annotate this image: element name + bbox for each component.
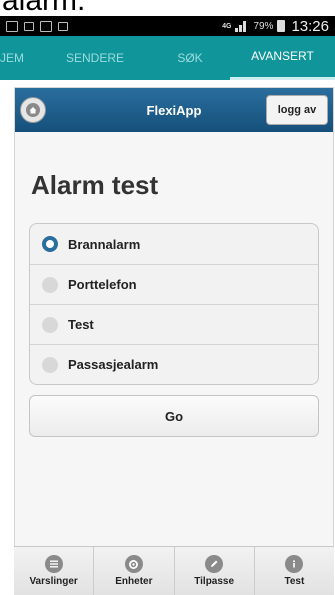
radio-selected-icon [42, 236, 58, 252]
page-title: Alarm test [31, 170, 159, 200]
media-icon [58, 21, 68, 31]
tab-avansert[interactable]: AVANSERT [230, 36, 335, 80]
tab-sok[interactable]: SØK [150, 36, 230, 80]
network-type: 4G [222, 22, 232, 30]
nav-test[interactable]: Test [253, 547, 334, 595]
signal-icon [235, 20, 249, 32]
radio-label: Passasjealarm [68, 357, 159, 372]
radio-unselected-icon [42, 276, 58, 293]
gear-icon [124, 555, 143, 573]
pencil-icon [205, 555, 224, 573]
radio-label: Test [68, 317, 94, 332]
list-icon [44, 555, 63, 573]
home-button[interactable] [20, 97, 46, 123]
nav-label: Varslinger [29, 576, 78, 587]
radio-option-passasjealarm[interactable]: Passasjealarm [30, 344, 318, 384]
home-icon [26, 103, 40, 117]
radio-option-porttelefon[interactable]: Porttelefon [30, 264, 318, 304]
nav-label: Enheter [115, 576, 153, 587]
tab-sendere[interactable]: SENDERE [40, 36, 150, 80]
app-webview: FlexiApp logg av Alarm test Brannalarm P… [14, 87, 334, 587]
system-status: 4G 79% 13:26 [222, 18, 329, 35]
nav-tilpasse[interactable]: Tilpasse [173, 547, 254, 595]
screen: alarm. 4G 79% 13:26 JEM SENDERE SØK AVAN… [0, 0, 335, 595]
bottom-nav: Varslinger Enheter Tilpasse Test [14, 546, 334, 595]
app-header: FlexiApp logg av [15, 88, 333, 132]
tab-bar: JEM SENDERE SØK AVANSERT [0, 36, 335, 80]
radio-label: Brannalarm [68, 236, 141, 252]
radio-unselected-icon [42, 316, 58, 333]
notification-icons [6, 20, 68, 32]
logout-button[interactable]: logg av [266, 95, 328, 125]
status-bar: 4G 79% 13:26 [0, 16, 335, 36]
info-icon [285, 555, 304, 573]
nav-enheter[interactable]: Enheter [93, 547, 173, 595]
image-icon [24, 21, 34, 31]
notification-icon [6, 20, 18, 32]
notification-icon [40, 20, 52, 32]
battery-percent: 79% [253, 20, 274, 32]
nav-varslinger[interactable]: Varslinger [14, 547, 93, 595]
clock: 13:26 [291, 17, 329, 35]
alarm-type-radio-group: Brannalarm Porttelefon Test Passasjealar… [29, 223, 319, 385]
go-button[interactable]: Go [29, 395, 319, 437]
battery-icon [277, 20, 286, 32]
radio-label: Porttelefon [68, 277, 137, 292]
nav-label: Tilpasse [194, 576, 235, 587]
caption-text: alarm. [2, 0, 86, 17]
radio-option-brannalarm[interactable]: Brannalarm [30, 224, 318, 264]
radio-option-test[interactable]: Test [30, 304, 318, 344]
nav-label: Test [284, 576, 305, 587]
tab-jem[interactable]: JEM [0, 36, 40, 80]
radio-unselected-icon [42, 356, 58, 373]
